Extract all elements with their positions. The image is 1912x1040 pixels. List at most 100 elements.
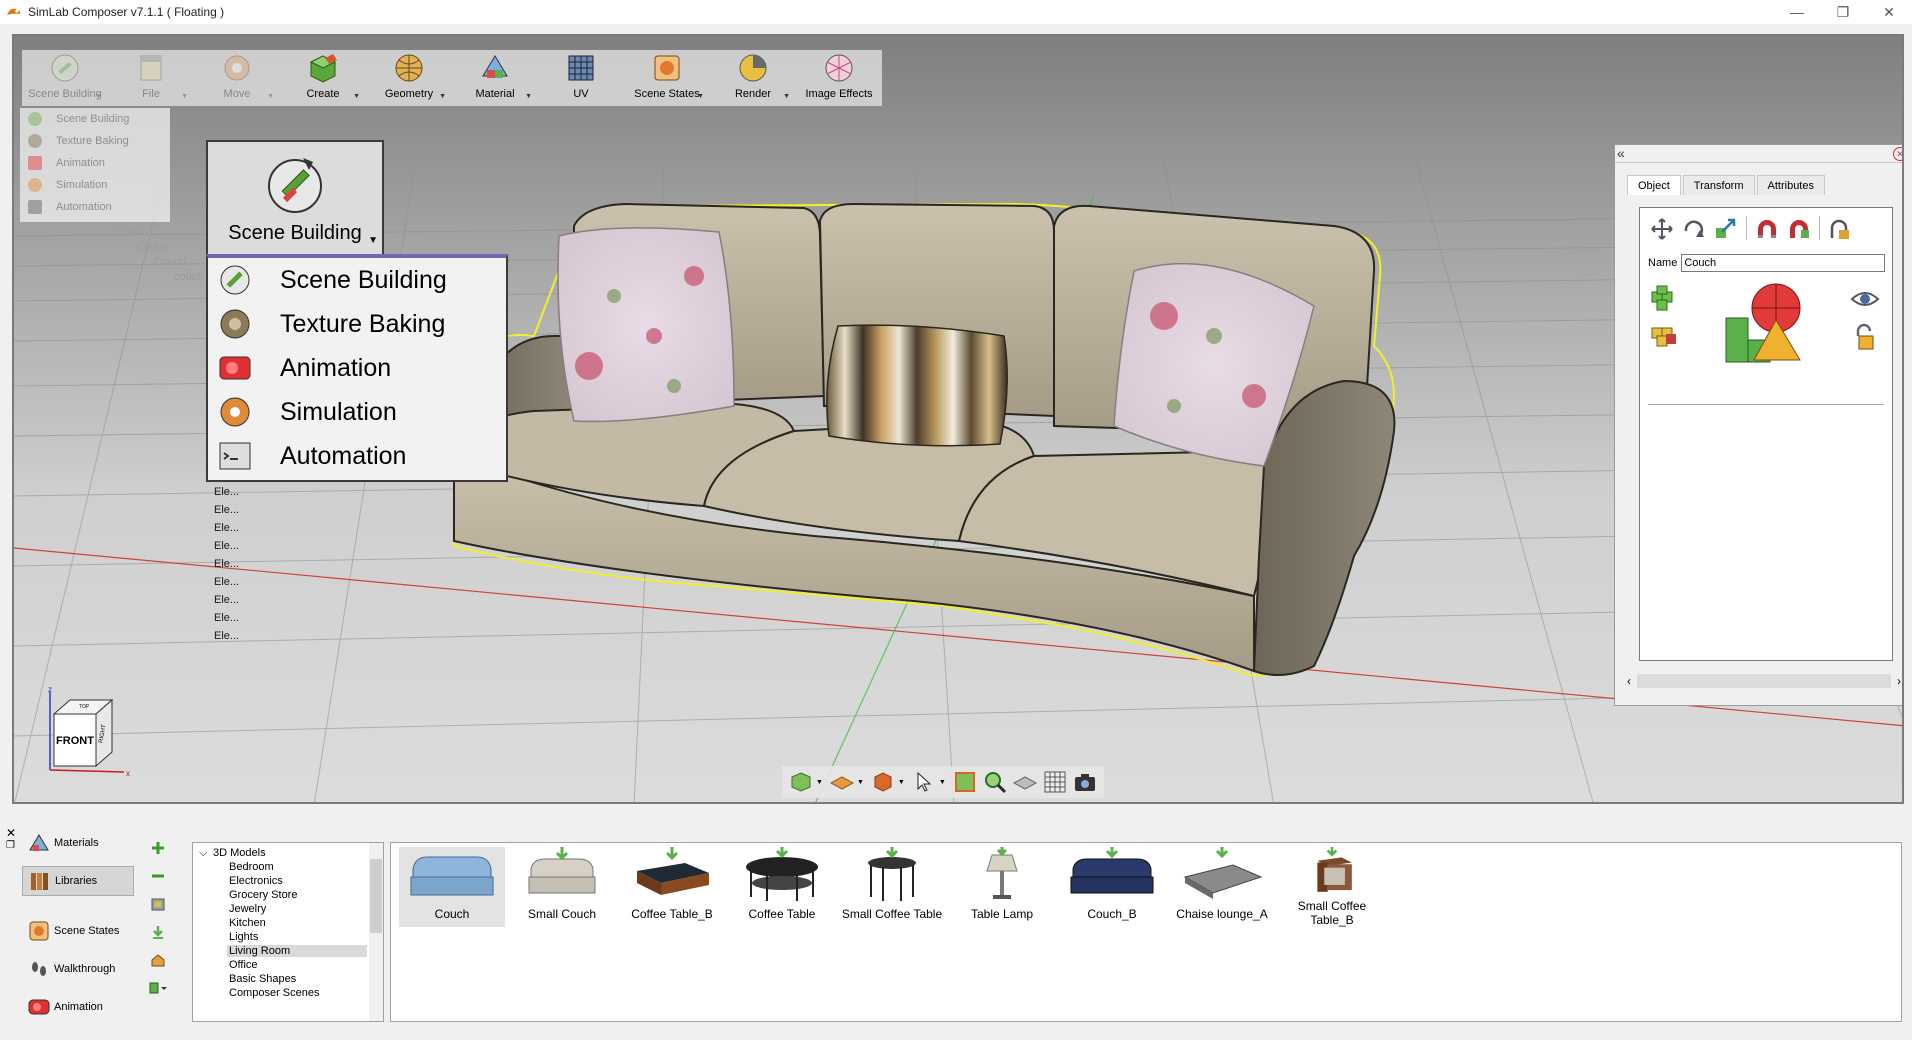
chevron-down-icon[interactable]: ▼ <box>898 779 905 786</box>
unlock-icon[interactable] <box>1852 322 1878 352</box>
library-settings-icon[interactable] <box>146 890 170 918</box>
mode-item-automation[interactable]: Automation <box>20 196 170 218</box>
remove-icon[interactable] <box>146 862 170 890</box>
category-root[interactable]: 3D Models <box>213 847 266 859</box>
tree-element-item[interactable]: Ele... <box>214 630 239 642</box>
close-dock-icon[interactable]: ✕ <box>6 826 16 840</box>
tree-element-item[interactable]: Ele... <box>214 540 239 552</box>
zoom-icon[interactable] <box>982 769 1008 795</box>
tree-element-item[interactable]: Ele... <box>214 594 239 606</box>
view-cube-front[interactable]: FRONT <box>56 735 94 747</box>
box-view-icon[interactable] <box>870 769 896 795</box>
library-item[interactable]: Small Coffee Table <box>839 847 945 927</box>
tree-element-item[interactable]: Ele... <box>214 558 239 570</box>
mode-menu-animation[interactable]: Animation <box>208 346 506 390</box>
category-item[interactable]: Jewelry <box>229 903 266 915</box>
render-button[interactable]: Render ▼ <box>710 50 796 106</box>
horizontal-scrollbar[interactable]: ‹ › <box>1627 673 1901 689</box>
select-cursor-icon[interactable] <box>911 769 937 795</box>
category-item[interactable]: Kitchen <box>229 917 266 929</box>
tree-item[interactable]: couch <box>174 271 203 283</box>
nav-libraries[interactable]: Libraries <box>22 866 134 896</box>
move-icon[interactable] <box>1648 216 1676 242</box>
pivot-lock-icon[interactable] <box>1826 216 1854 242</box>
category-item[interactable]: Electronics <box>229 875 283 887</box>
tab-attributes[interactable]: Attributes <box>1756 175 1825 195</box>
ungroup-cubes-icon[interactable] <box>1648 320 1688 350</box>
material-button[interactable]: Material ▼ <box>452 50 538 106</box>
tab-object[interactable]: Object <box>1627 175 1681 195</box>
create-button[interactable]: Create ▼ <box>280 50 366 106</box>
category-item[interactable]: Lights <box>229 931 258 943</box>
scene-states-button[interactable]: Scene States ▼ <box>624 50 710 106</box>
float-dock-icon[interactable]: ❐ <box>6 840 15 851</box>
group-cubes-icon[interactable] <box>1648 284 1688 314</box>
library-item[interactable]: Chaise lounge_A <box>1169 847 1275 927</box>
tree-element-item[interactable]: Ele... <box>214 486 239 498</box>
library-item[interactable]: Table Lamp <box>949 847 1055 927</box>
library-home-icon[interactable] <box>146 946 170 974</box>
move-button[interactable]: Move ▼ <box>194 50 280 106</box>
mode-menu-automation[interactable]: Automation <box>208 434 506 478</box>
file-button[interactable]: File ▼ <box>108 50 194 106</box>
scene-building-magnified-button[interactable]: Scene Building ▼ <box>206 140 384 256</box>
tree-element-item[interactable]: Ele... <box>214 522 239 534</box>
display-mode-icon[interactable] <box>788 769 814 795</box>
close-panel-icon[interactable]: ✕ <box>1893 147 1902 161</box>
image-effects-button[interactable]: Image Effects <box>796 50 882 106</box>
minimize-button[interactable]: — <box>1774 0 1820 24</box>
mode-menu-texture-baking[interactable]: Texture Baking <box>208 302 506 346</box>
chevron-down-icon[interactable]: ▼ <box>816 779 823 786</box>
fit-view-icon[interactable] <box>952 769 978 795</box>
nav-materials[interactable]: Materials <box>22 828 134 858</box>
category-item[interactable]: Composer Scenes <box>229 987 320 999</box>
scroll-track[interactable] <box>1637 674 1891 688</box>
download-icon[interactable] <box>146 918 170 946</box>
tree-element-item[interactable]: Ele... <box>214 576 239 588</box>
snap-magnet-icon[interactable] <box>1785 216 1813 242</box>
tree-collapse-icon[interactable]: ⌵ <box>199 847 207 860</box>
library-item[interactable]: Small Couch <box>509 847 615 927</box>
restore-button[interactable]: ❐ <box>1820 0 1866 24</box>
mode-item-simulation[interactable]: Simulation <box>20 174 170 196</box>
add-icon[interactable] <box>146 834 170 862</box>
scroll-thumb[interactable] <box>370 859 382 933</box>
view-cube-top[interactable]: TOP <box>79 704 90 710</box>
visibility-eye-icon[interactable] <box>1850 288 1880 310</box>
nav-walkthrough[interactable]: Walkthrough <box>22 954 134 984</box>
scene-building-button[interactable]: Scene Building ▼ <box>22 50 108 106</box>
category-item-selected[interactable]: Living Room <box>227 945 367 957</box>
object-name-input[interactable] <box>1681 254 1886 272</box>
chevron-down-icon[interactable]: ▼ <box>939 779 946 786</box>
vertical-scrollbar[interactable] <box>369 843 383 1021</box>
geometry-button[interactable]: Geometry ▼ <box>366 50 452 106</box>
library-item[interactable]: Couch <box>399 847 505 927</box>
scroll-left-icon[interactable]: ‹ <box>1627 674 1631 688</box>
category-item[interactable]: Office <box>229 959 258 971</box>
rotate-icon[interactable] <box>1680 216 1708 242</box>
chevron-down-icon[interactable]: ▼ <box>857 779 864 786</box>
library-item[interactable]: Coffee Table <box>729 847 835 927</box>
magnet-icon[interactable] <box>1753 216 1781 242</box>
nav-scene-states[interactable]: Scene States <box>22 916 134 946</box>
tree-item[interactable]: Couch1 <box>116 226 154 238</box>
tree-element-item[interactable]: Ele... <box>214 504 239 516</box>
mode-menu-scene-building[interactable]: Scene Building <box>208 258 506 302</box>
camera-icon[interactable] <box>1072 769 1098 795</box>
tree-item[interactable]: Couch <box>136 241 168 253</box>
section-plane-icon[interactable] <box>1012 769 1038 795</box>
library-item[interactable]: Couch_B <box>1059 847 1165 927</box>
category-item[interactable]: Bedroom <box>229 861 274 873</box>
collapse-panel-icon[interactable]: « <box>1617 145 1625 161</box>
library-item[interactable]: Small Coffee Table_B <box>1279 847 1385 927</box>
scroll-right-icon[interactable]: › <box>1897 674 1901 688</box>
mode-item-texture-baking[interactable]: Texture Baking <box>20 130 170 152</box>
close-button[interactable]: ✕ <box>1866 0 1912 24</box>
category-item[interactable]: Grocery Store <box>229 889 297 901</box>
library-item[interactable]: Coffee Table_B <box>619 847 725 927</box>
tree-element-item[interactable]: Ele... <box>214 612 239 624</box>
grid-toggle-icon[interactable] <box>1042 769 1068 795</box>
ground-plane-icon[interactable] <box>829 769 855 795</box>
nav-animation[interactable]: Animation <box>22 992 134 1022</box>
mode-item-animation[interactable]: Animation <box>20 152 170 174</box>
